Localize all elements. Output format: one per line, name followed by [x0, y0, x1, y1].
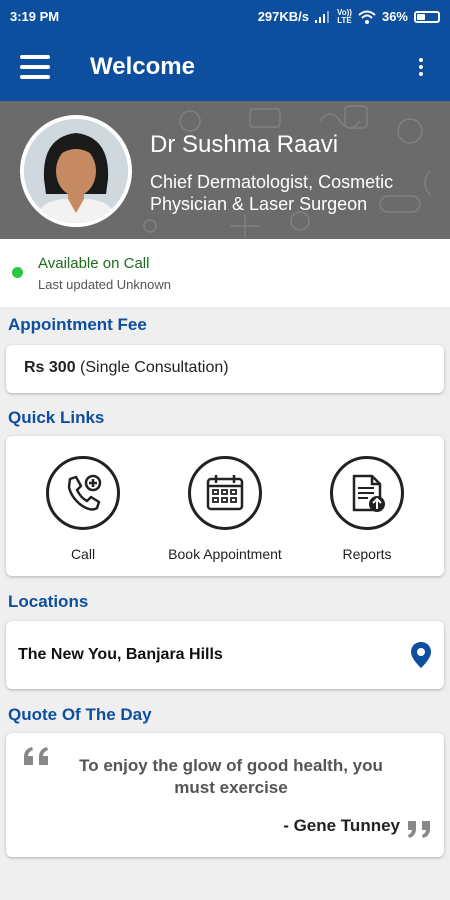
quick-link-book-appointment[interactable]: Book Appointment — [150, 456, 300, 562]
volte-bottom: LTE — [337, 15, 352, 25]
quick-link-label: Book Appointment — [168, 546, 282, 562]
last-updated: Last updated Unknown — [38, 277, 171, 292]
quote-author: - Gene Tunney — [283, 816, 400, 835]
page-title: Welcome — [90, 53, 195, 80]
doctor-designation: Chief Dermatologist, Cosmetic Physician … — [150, 172, 394, 214]
open-quote-icon — [24, 747, 48, 765]
status-time: 3:19 PM — [10, 9, 60, 24]
quick-link-label: Reports — [342, 546, 392, 562]
locations-heading: Locations — [8, 592, 89, 611]
quick-link-reports[interactable]: Reports — [292, 456, 442, 562]
location-name: The New You, Banjara Hills — [18, 646, 223, 663]
quick-link-call[interactable]: Call — [8, 456, 158, 562]
status-indicators: 297KB/s Vo)) LTE 36% — [257, 8, 440, 25]
doctor-profile-header: Dr Sushma Raavi Chief Dermatologist, Cos… — [0, 101, 450, 239]
quick-links-heading: Quick Links — [8, 408, 105, 427]
network-speed: 297KB/s — [257, 9, 309, 24]
availability-panel: Available on Call Last updated Unknown — [0, 239, 450, 307]
appointment-fee-card: Rs 300 (Single Consultation) — [6, 345, 444, 393]
menu-icon[interactable] — [20, 55, 50, 79]
doctor-name: Dr Sushma Raavi — [150, 131, 339, 158]
location-item[interactable]: The New You, Banjara Hills — [6, 621, 444, 689]
appointment-fee-heading: Appointment Fee — [8, 315, 147, 334]
close-quote-icon — [408, 821, 430, 838]
phone-plus-icon — [67, 474, 102, 511]
fee-note: (Single Consultation) — [80, 359, 229, 376]
signal-icon — [315, 10, 329, 23]
wifi-icon — [358, 10, 376, 24]
calendar-icon — [206, 475, 244, 511]
quote-card: To enjoy the glow of good health, you mu… — [6, 733, 444, 857]
more-options-icon[interactable] — [406, 52, 436, 82]
app-bar: Welcome — [0, 33, 450, 101]
quote-heading: Quote Of The Day — [8, 705, 152, 724]
doctor-avatar — [20, 115, 132, 227]
quick-links-card: Call Book Appointment Reports — [6, 436, 444, 576]
document-upload-icon — [352, 474, 385, 512]
battery-percent: 36% — [381, 9, 408, 24]
quote-text: To enjoy the glow of good health, you mu… — [79, 756, 383, 797]
quick-link-label: Call — [70, 546, 96, 562]
reports-circle — [330, 456, 404, 530]
volte-indicator: Vo)) LTE — [337, 8, 352, 25]
status-bar: 3:19 PM 297KB/s Vo)) LTE 36% — [0, 0, 450, 33]
availability-status: Available on Call — [38, 255, 150, 272]
availability-dot-icon — [12, 267, 23, 278]
call-circle — [46, 456, 120, 530]
map-pin-icon[interactable] — [410, 641, 432, 669]
fee-amount: Rs 300 — [24, 359, 76, 376]
doctor-photo — [24, 119, 128, 223]
book-appointment-circle — [188, 456, 262, 530]
battery-icon — [414, 10, 440, 23]
